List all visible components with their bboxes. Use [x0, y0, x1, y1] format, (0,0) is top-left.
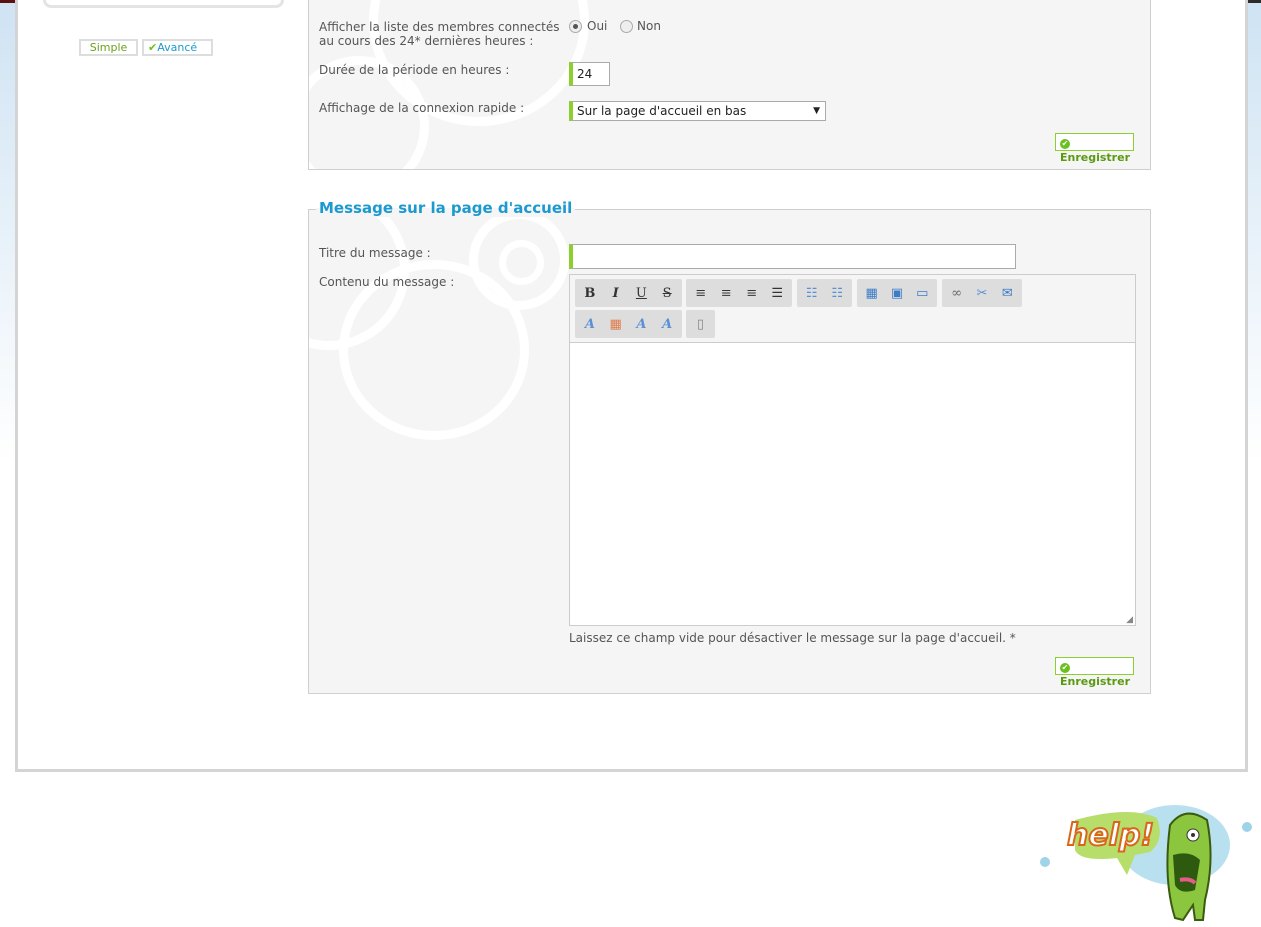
- font-color-icon[interactable]: ▦: [603, 311, 629, 337]
- align-left-icon[interactable]: ≡: [688, 280, 714, 306]
- italic-button[interactable]: I: [603, 280, 629, 306]
- sidebar-box: [43, 0, 284, 8]
- radio-yes[interactable]: [569, 20, 582, 33]
- insert-table-icon[interactable]: ▦: [859, 280, 884, 306]
- editor-toolbar: B I U S ≡ ≡ ≡ ☰ ☷ ☷ ▦ ▣ ▭ ∞ ✂ ✉ A ▦ A A …: [570, 275, 1135, 343]
- strikethrough-button[interactable]: S: [654, 280, 680, 306]
- bullet-list-icon[interactable]: ☷: [799, 280, 825, 306]
- unlink-icon[interactable]: ✂: [969, 280, 994, 306]
- advanced-mode-button[interactable]: ✔Avancé: [142, 39, 213, 56]
- source-document-icon[interactable]: ▯: [688, 311, 713, 337]
- font-family-icon[interactable]: A: [629, 311, 655, 337]
- remove-format-icon[interactable]: A: [654, 311, 680, 337]
- svg-text:help!: help!: [1067, 818, 1154, 853]
- align-center-icon[interactable]: ≡: [714, 280, 740, 306]
- swirl-decoration: [499, 240, 544, 285]
- title-input[interactable]: [569, 244, 1016, 269]
- quick-login-label: Affichage de la connexion rapide :: [319, 101, 525, 115]
- align-right-icon[interactable]: ≡: [739, 280, 765, 306]
- content-textarea[interactable]: [570, 344, 1135, 625]
- check-circle-icon: ✔: [1060, 663, 1070, 673]
- numbered-list-icon[interactable]: ☷: [825, 280, 851, 306]
- content-label: Contenu du message :: [319, 275, 455, 289]
- align-justify-icon[interactable]: ☰: [765, 280, 791, 306]
- check-icon: ✔: [148, 41, 158, 54]
- save-button-message[interactable]: ✔Enregistrer: [1055, 657, 1134, 688]
- insert-email-icon[interactable]: ✉: [995, 280, 1020, 306]
- duration-label: Durée de la période en heures :: [319, 63, 510, 77]
- insert-link-icon[interactable]: ∞: [944, 280, 969, 306]
- radio-no-label: Non: [637, 19, 661, 33]
- bold-button[interactable]: B: [577, 280, 603, 306]
- advanced-label: Avancé: [157, 41, 198, 54]
- title-label: Titre du message :: [319, 246, 431, 260]
- radio-yes-label: Oui: [587, 19, 608, 33]
- simple-mode-button[interactable]: Simple: [79, 39, 138, 56]
- save-button-online[interactable]: ✔Enregistrer: [1055, 133, 1134, 164]
- check-circle-icon: ✔: [1060, 139, 1070, 149]
- radio-no[interactable]: [620, 20, 633, 33]
- help-mascot-logo[interactable]: help!: [1035, 780, 1255, 925]
- rich-text-editor: B I U S ≡ ≡ ≡ ☰ ☷ ☷ ▦ ▣ ▭ ∞ ✂ ✉ A ▦ A A …: [569, 274, 1136, 626]
- duration-input[interactable]: 24: [569, 62, 610, 86]
- members-label: Afficher la liste des membres connectés a…: [319, 20, 560, 48]
- font-size-icon[interactable]: A: [577, 311, 603, 337]
- fieldset-legend: Message sur la page d'accueil: [316, 199, 576, 217]
- resize-handle-icon[interactable]: ◢: [1126, 615, 1133, 625]
- quick-login-select[interactable]: Sur la page d'accueil en bas ▼: [569, 101, 826, 121]
- message-hint: Laissez ce champ vide pour désactiver le…: [569, 631, 1016, 645]
- dropdown-arrow-icon: ▼: [813, 106, 820, 116]
- insert-image-icon[interactable]: ▭: [910, 280, 935, 306]
- underline-button[interactable]: U: [629, 280, 655, 306]
- upload-image-icon[interactable]: ▣: [884, 280, 909, 306]
